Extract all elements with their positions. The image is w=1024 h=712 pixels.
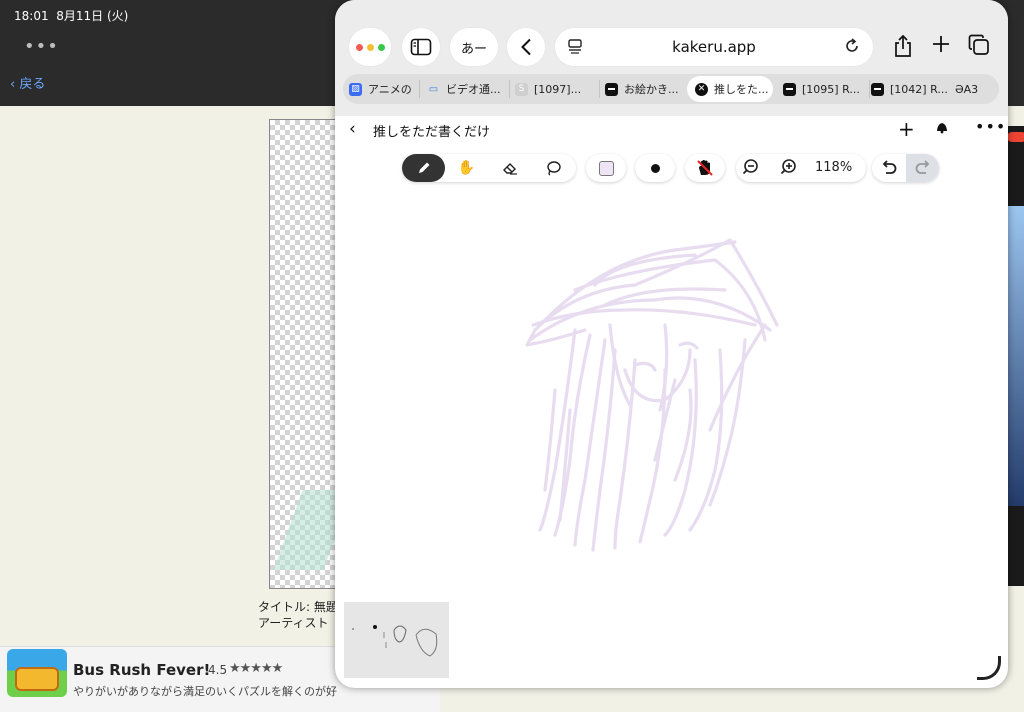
- share-icon[interactable]: [893, 34, 913, 58]
- tab-overview-icon[interactable]: [968, 34, 990, 56]
- tab-label: [1042] R...: [890, 82, 948, 96]
- sidebar-toggle-button[interactable]: [402, 28, 440, 66]
- tab-video[interactable]: ▭ ビデオ通...: [427, 76, 507, 102]
- back-label: 戻る: [19, 77, 46, 92]
- sidebar-icon: [410, 38, 432, 56]
- artwork-artist: アーティスト: [258, 616, 329, 630]
- page-back-button[interactable]: ‹: [349, 119, 356, 139]
- tab-label: 推しをた...: [714, 83, 769, 96]
- zoom-level[interactable]: 118%: [815, 160, 852, 175]
- hand-off-icon: [697, 160, 713, 176]
- window-resize-handle[interactable]: [977, 656, 1001, 680]
- color-picker-button[interactable]: [586, 154, 626, 182]
- close-window-icon[interactable]: [355, 43, 363, 51]
- chevron-left-icon: [521, 38, 531, 56]
- browser-toolbar: あー kakeru.app ▨ アニメの ▭ ビデオ通... S [1097].…: [335, 0, 1008, 116]
- color-swatch: [598, 160, 614, 176]
- tab-label: ƏA3: [955, 82, 979, 96]
- tab-1095[interactable]: [1095] R...: [783, 76, 867, 102]
- ad-rating: 4.5: [208, 663, 228, 677]
- tab-label: ビデオ通...: [446, 83, 501, 96]
- tab-1042[interactable]: [1042] R...: [871, 76, 955, 102]
- game-app-icon[interactable]: [7, 649, 67, 697]
- eraser-tool-button[interactable]: [488, 154, 531, 182]
- tab-anime[interactable]: ▨ アニメの: [349, 76, 421, 102]
- chevron-left-icon: ‹: [10, 77, 16, 92]
- brush-size-button[interactable]: [635, 154, 675, 182]
- multitasking-dots-icon[interactable]: •••: [24, 36, 59, 57]
- tab-bar: ▨ アニメの ▭ ビデオ通... S [1097]... お絵かき... ✕ 推…: [343, 74, 999, 104]
- drawing-tool-group: ✋: [402, 154, 576, 182]
- hand-tool-button[interactable]: ✋: [445, 154, 488, 182]
- record-indicator-icon: [1007, 132, 1024, 142]
- add-icon[interactable]: +: [898, 117, 915, 141]
- tab-label: [1095] R...: [802, 82, 860, 96]
- undo-button[interactable]: [872, 154, 905, 182]
- layer-thumbnail[interactable]: [344, 602, 449, 678]
- tab-oekaki[interactable]: お絵かき...: [605, 76, 689, 102]
- thumbnail-preview: [352, 625, 438, 657]
- page-title: 推しをただ書くだけ: [373, 125, 491, 140]
- redo-button[interactable]: [906, 154, 939, 182]
- browser-back-button[interactable]: [507, 28, 545, 66]
- maximize-window-icon[interactable]: [377, 43, 385, 51]
- tab-label: [1097]...: [534, 82, 582, 96]
- reload-icon[interactable]: [843, 37, 861, 55]
- page-header: ‹ 推しをただ書くだけ + •••: [335, 116, 1008, 144]
- anime-favicon-icon: ▨: [349, 82, 362, 96]
- zoom-controls: 118%: [736, 154, 866, 182]
- bus-icon: [15, 667, 59, 691]
- lasso-tool-button[interactable]: [531, 154, 574, 182]
- bell-icon[interactable]: [935, 120, 949, 134]
- drawing-favicon-icon: [605, 82, 618, 96]
- tab-separator: [869, 80, 870, 98]
- zoom-out-icon[interactable]: [742, 158, 762, 178]
- page-favicon-icon: [783, 82, 796, 96]
- tab-separator: [599, 80, 600, 98]
- stabilizer-button[interactable]: [685, 154, 725, 182]
- pen-tool-button[interactable]: [402, 154, 445, 182]
- new-tab-icon[interactable]: [931, 34, 951, 54]
- ad-description: やりがいがありながら満足のいくパズルを解くのが好: [73, 685, 337, 698]
- artwork-title: タイトル: 無題: [258, 600, 338, 614]
- canvas-sketch[interactable]: [515, 230, 785, 560]
- rating-stars-icon: ★★★★★: [229, 661, 283, 676]
- tab-separator: [419, 80, 420, 98]
- history-controls: [872, 154, 939, 182]
- tab-oshi-active[interactable]: ✕ 推しをた...: [687, 76, 773, 102]
- address-bar[interactable]: kakeru.app: [555, 28, 873, 66]
- tab-1097[interactable]: S [1097]...: [515, 76, 599, 102]
- video-favicon-icon: ▭: [428, 83, 439, 95]
- tab-overflow[interactable]: ƏA3: [955, 76, 995, 102]
- minimize-window-icon[interactable]: [366, 43, 374, 51]
- status-time: 18:01: [14, 9, 49, 23]
- undo-icon: [882, 160, 896, 174]
- zoom-in-icon[interactable]: [778, 158, 798, 178]
- safari-window: あー kakeru.app ▨ アニメの ▭ ビデオ通... S [1097].…: [335, 0, 1008, 688]
- url-text: kakeru.app: [672, 38, 756, 56]
- more-menu-icon[interactable]: •••: [975, 117, 1006, 136]
- ad-title: Bus Rush Fever!: [73, 661, 211, 679]
- tab-separator: [509, 80, 510, 98]
- redo-icon: [915, 160, 929, 174]
- hand-icon: ✋: [457, 160, 476, 176]
- back-button[interactable]: ‹ 戻る: [10, 73, 45, 92]
- window-controls[interactable]: [349, 28, 391, 66]
- input-method-button[interactable]: あー: [450, 28, 498, 66]
- lasso-icon: [546, 161, 561, 176]
- page-favicon-icon: [871, 82, 884, 96]
- tab-label: お絵かき...: [624, 83, 679, 96]
- status-date: 8月11日 (火): [56, 9, 129, 23]
- tab-label: アニメの: [368, 83, 412, 96]
- brush-size-dot-icon: [650, 163, 660, 173]
- eraser-icon: [502, 163, 517, 175]
- s-favicon-icon: S: [515, 82, 528, 96]
- status-bar-time: 18:01 8月11日 (火): [14, 7, 128, 24]
- close-icon[interactable]: ✕: [695, 82, 708, 96]
- pencil-icon: [418, 162, 429, 173]
